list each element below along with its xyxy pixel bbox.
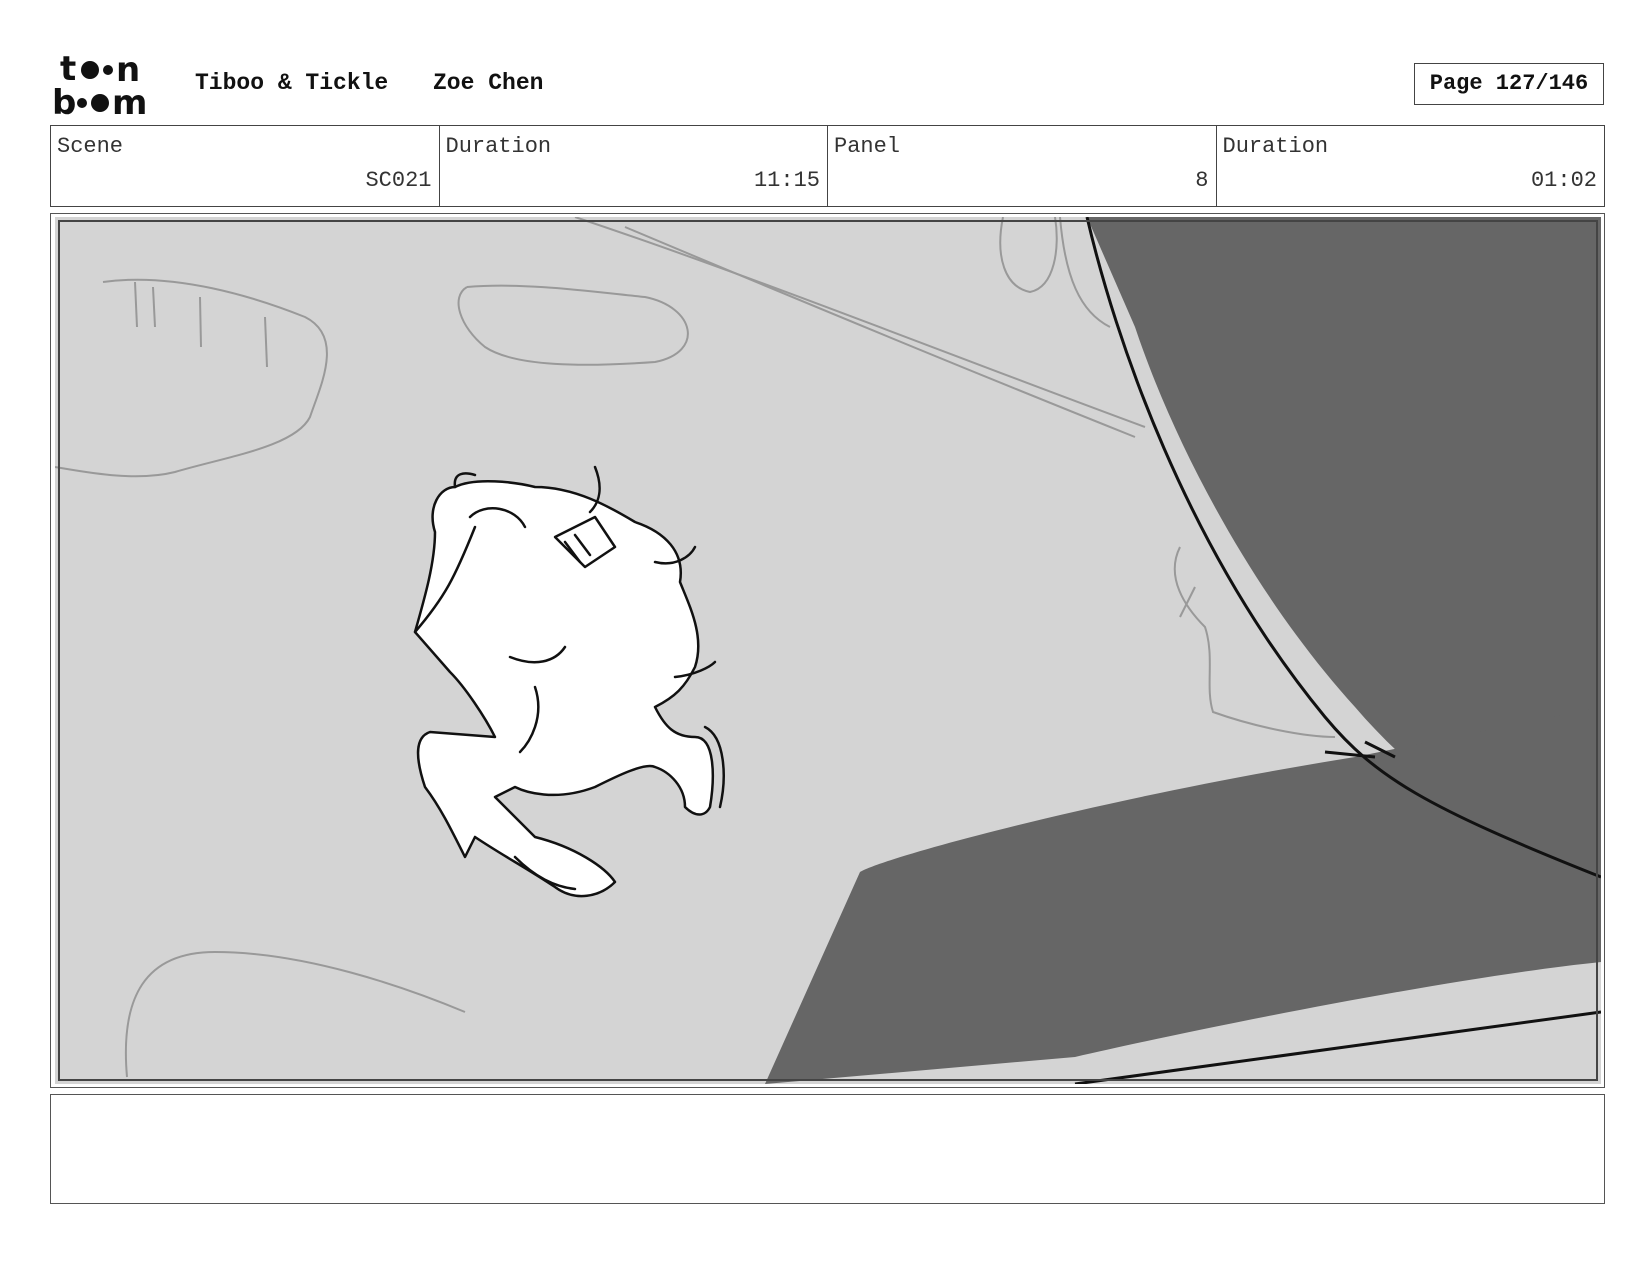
artist-name: Zoe Chen (433, 70, 544, 96)
toon-boom-logo: t n b m (52, 52, 147, 118)
scene-info-table: Scene SC021 Duration 11:15 Panel 8 Durat… (50, 125, 1605, 207)
svg-text:m: m (112, 83, 147, 118)
scene-label: Scene (57, 134, 124, 159)
scene-duration-value: 11:15 (753, 168, 820, 193)
panel-duration-value: 01:02 (1530, 168, 1597, 193)
panel-value: 8 (1195, 168, 1209, 193)
storyboard-panel-drawing (55, 217, 1601, 1084)
scene-cell: Scene SC021 (51, 126, 440, 206)
panel-cell: Panel 8 (828, 126, 1217, 206)
panel-duration-label: Duration (1222, 134, 1329, 159)
svg-text:b: b (52, 83, 76, 118)
panel-label: Panel (834, 134, 901, 159)
panel-notes-box[interactable] (50, 1094, 1605, 1204)
scene-duration-cell: Duration 11:15 (440, 126, 828, 206)
project-title: Tiboo & Tickle (195, 70, 389, 96)
page-number: Page 127/146 (1414, 63, 1604, 105)
scene-duration-label: Duration (445, 134, 552, 159)
panel-duration-cell: Duration 01:02 (1217, 126, 1605, 206)
scene-value: SC021 (365, 168, 432, 193)
